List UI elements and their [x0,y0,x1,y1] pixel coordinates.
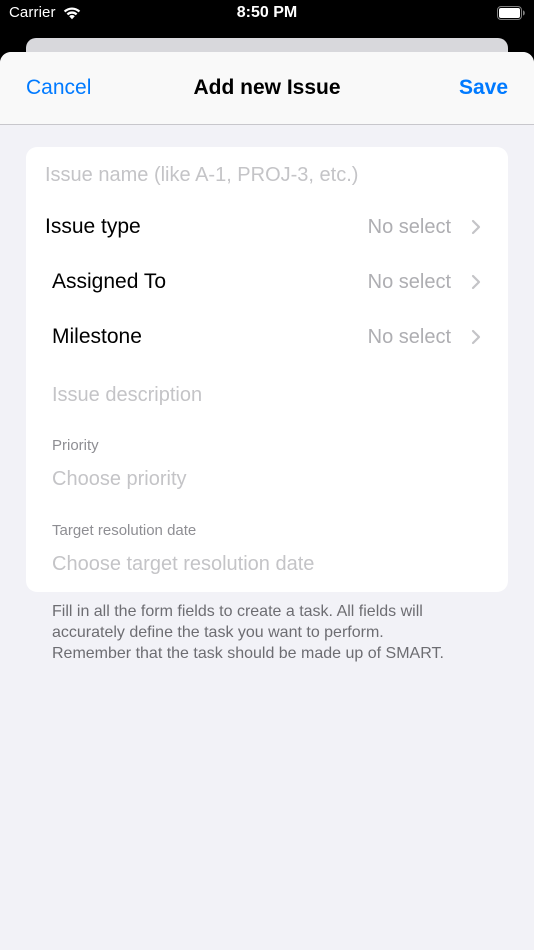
milestone-row[interactable]: Milestone No select [52,320,481,354]
help-text-line: Remember that the task should be made up… [52,645,444,662]
milestone-value: No select [367,325,451,348]
issue-form: Issue name (like A-1, PROJ-3, etc.) Issu… [26,147,508,592]
chevron-right-icon [471,329,481,345]
issue-type-label: Issue type [45,215,141,238]
issue-type-value: No select [367,215,451,238]
issue-description-input[interactable]: Issue description [52,384,202,407]
page-title: Add new Issue [193,76,341,99]
clock-time: 8:50 PM [236,4,298,21]
battery-icon [497,6,525,20]
priority-label: Priority [52,437,99,454]
assigned-to-label: Assigned To [52,270,167,293]
target-date-picker[interactable]: Choose target resolution date [52,553,314,576]
help-text-line: Fill in all the form fields to create a … [52,603,423,620]
issue-name-input[interactable]: Issue name (like A-1, PROJ-3, etc.) [45,164,358,187]
navigation-bar: Cancel Add new Issue Save [0,52,534,125]
add-issue-sheet: Cancel Add new Issue Save Issue name (li… [0,52,534,950]
issue-type-row[interactable]: Issue type No select [45,210,481,244]
milestone-label: Milestone [52,325,142,348]
help-text-line: accurately define the task you want to p… [52,624,384,641]
chevron-right-icon [471,274,481,290]
target-date-label: Target resolution date [52,522,197,539]
status-bar: Carrier 8:50 PM [0,0,534,30]
assigned-to-row[interactable]: Assigned To No select [52,265,481,299]
save-button[interactable]: Save [459,76,508,100]
chevron-right-icon [471,219,481,235]
assigned-to-value: No select [367,270,451,293]
form-help-text: Fill in all the form fields to create a … [52,601,502,664]
priority-picker[interactable]: Choose priority [52,468,187,491]
